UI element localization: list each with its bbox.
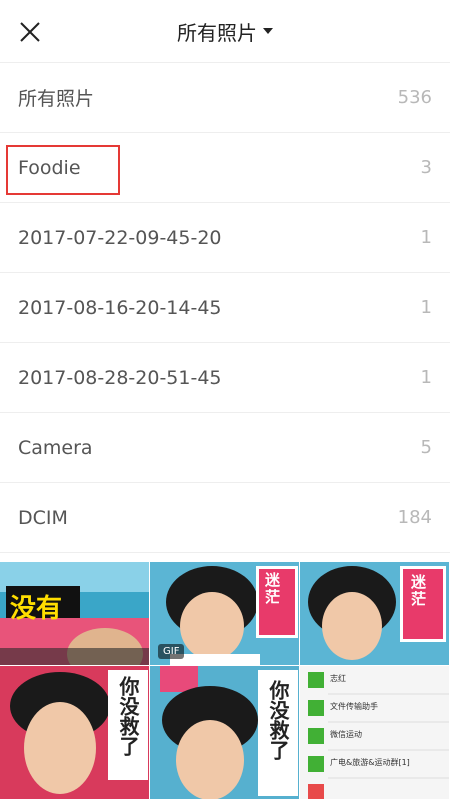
album-row-camera[interactable]: Camera 5 [0, 413, 450, 483]
album-selector[interactable]: 所有照片 [0, 0, 450, 62]
album-count: 1 [420, 367, 432, 388]
album-name: 2017-08-16-20-14-45 [18, 296, 222, 319]
album-row-2017-08-28[interactable]: 2017-08-28-20-51-45 1 [0, 343, 450, 413]
album-name: DCIM [18, 506, 68, 529]
album-row-dcim[interactable]: DCIM 184 [0, 483, 450, 553]
photo-thumbnail[interactable]: 志红 文件传输助手 微信运动 广电&旅游&运动群[1] [300, 666, 450, 800]
album-count: 3 [420, 157, 432, 178]
album-name: 所有照片 [18, 88, 95, 110]
album-row-all-photos[interactable]: 所有照片 536 [0, 63, 450, 133]
album-count: 1 [420, 297, 432, 318]
photo-caption: 迷茫 [409, 574, 427, 608]
photo-thumbnail[interactable]: 没有 [0, 562, 150, 666]
chat-item: 文件传输助手 [330, 702, 378, 711]
caret-down-icon [263, 28, 273, 34]
album-name: Camera [18, 436, 93, 459]
page-title: 所有照片 [177, 20, 257, 45]
album-picker-screen: 所有照片 所有照片 536 Foodie 3 2017-07-22-09-45-… [0, 0, 450, 800]
photo-caption: 你没救了 [116, 676, 140, 756]
album-name: 2017-08-28-20-51-45 [18, 366, 222, 389]
album-count: 536 [397, 87, 432, 108]
chat-item: 微信运动 [330, 730, 362, 739]
highlight-box [6, 145, 120, 195]
photo-grid: 没有 GIF 迷茫 迷茫 你没救了 你没救了 志红 文件传输助手 微信运动 广电… [0, 562, 450, 800]
photo-image [300, 666, 449, 799]
photo-caption: 迷茫 [263, 572, 281, 606]
photo-thumbnail[interactable]: GIF 迷茫 [150, 562, 300, 666]
album-name: 2017-07-22-09-45-20 [18, 226, 222, 249]
top-bar: 所有照片 [0, 0, 450, 63]
album-list: 所有照片 536 Foodie 3 2017-07-22-09-45-20 1 … [0, 63, 450, 553]
chat-item: 志红 [330, 674, 346, 683]
album-row-2017-07-22[interactable]: 2017-07-22-09-45-20 1 [0, 203, 450, 273]
gif-badge: GIF [158, 644, 185, 659]
album-count: 1 [420, 227, 432, 248]
photo-thumbnail[interactable]: 迷茫 [300, 562, 450, 666]
album-count: 5 [420, 437, 432, 458]
album-row-2017-08-16[interactable]: 2017-08-16-20-14-45 1 [0, 273, 450, 343]
photo-caption: 你没救了 [266, 680, 290, 760]
photo-thumbnail[interactable]: 你没救了 [150, 666, 300, 800]
chat-item: 广电&旅游&运动群[1] [330, 758, 410, 767]
album-count: 184 [397, 507, 432, 528]
photo-caption: 没有 [10, 594, 63, 624]
photo-thumbnail[interactable]: 你没救了 [0, 666, 150, 800]
album-row-foodie[interactable]: Foodie 3 [0, 133, 450, 203]
